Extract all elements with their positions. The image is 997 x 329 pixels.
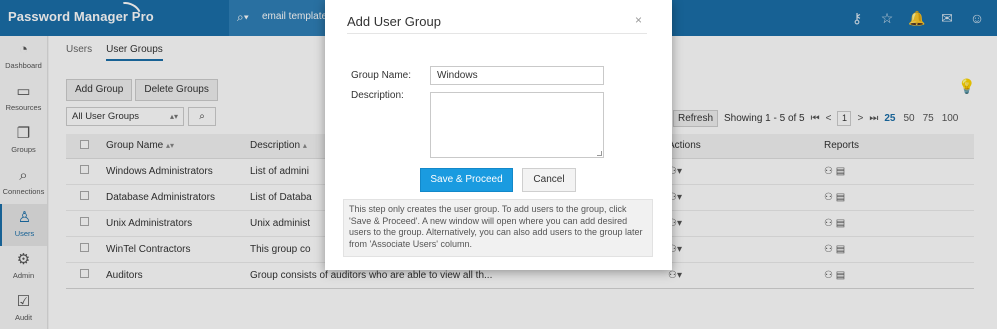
add-user-group-dialog: Add User Group × Group Name: Windows Des… xyxy=(325,0,672,270)
description-textarea[interactable] xyxy=(430,92,604,158)
dialog-divider xyxy=(347,33,647,34)
description-label: Description: xyxy=(351,90,404,101)
info-message: This step only creates the user group. T… xyxy=(343,199,653,257)
save-proceed-button[interactable]: Save & Proceed xyxy=(420,168,513,192)
close-icon[interactable]: × xyxy=(635,13,642,27)
group-name-label: Group Name: xyxy=(351,70,412,81)
group-name-input[interactable]: Windows xyxy=(430,66,604,85)
cancel-button[interactable]: Cancel xyxy=(522,168,576,192)
resize-handle-icon[interactable] xyxy=(597,151,602,156)
dialog-title: Add User Group xyxy=(347,14,441,29)
